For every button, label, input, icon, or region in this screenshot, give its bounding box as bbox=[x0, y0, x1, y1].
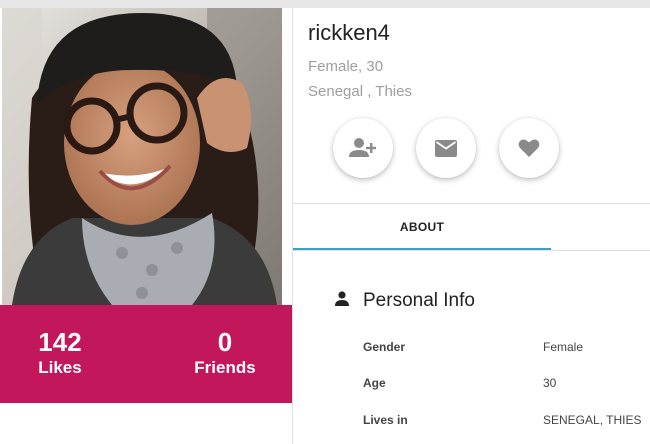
add-friend-button[interactable] bbox=[333, 118, 393, 178]
person-add-icon bbox=[349, 138, 376, 157]
profile-card-left: 142 Likes 0 Friends bbox=[0, 8, 292, 444]
person-icon bbox=[335, 291, 349, 312]
age-label: Age bbox=[363, 376, 386, 390]
friends-label: Friends bbox=[194, 358, 256, 377]
mail-icon bbox=[435, 139, 457, 157]
likes-count: 142 bbox=[38, 327, 82, 357]
friends-count: 0 bbox=[217, 327, 233, 357]
message-button[interactable] bbox=[416, 118, 476, 178]
favorite-button[interactable] bbox=[499, 118, 559, 178]
lives-in-value: SENEGAL, THIES bbox=[543, 413, 642, 427]
friends-stat[interactable]: 0 Friends bbox=[165, 327, 285, 379]
age-value: 30 bbox=[543, 376, 557, 390]
profile-details: rickken4 Female, 30 Senegal , Thies ABOU… bbox=[293, 8, 650, 444]
tab-about[interactable]: ABOUT bbox=[293, 204, 551, 250]
profile-photo-image bbox=[2, 8, 282, 305]
lives-in-label: Lives in bbox=[363, 413, 408, 427]
profile-username: rickken4 bbox=[308, 20, 390, 45]
top-bar bbox=[0, 0, 650, 8]
likes-stat[interactable]: 142 Likes bbox=[0, 327, 120, 379]
gender-label: Gender bbox=[363, 340, 406, 354]
profile-gender-age: Female, 30 bbox=[308, 58, 384, 75]
likes-label: Likes bbox=[38, 358, 82, 377]
gender-value: Female bbox=[543, 340, 584, 354]
personal-info-title: Personal Info bbox=[363, 290, 475, 311]
profile-location: Senegal , Thies bbox=[308, 83, 412, 100]
tabs-divider-bottom bbox=[293, 250, 650, 251]
profile-photo[interactable] bbox=[2, 8, 282, 305]
stats-bar: 142 Likes 0 Friends bbox=[0, 305, 292, 403]
heart-icon bbox=[518, 139, 540, 157]
